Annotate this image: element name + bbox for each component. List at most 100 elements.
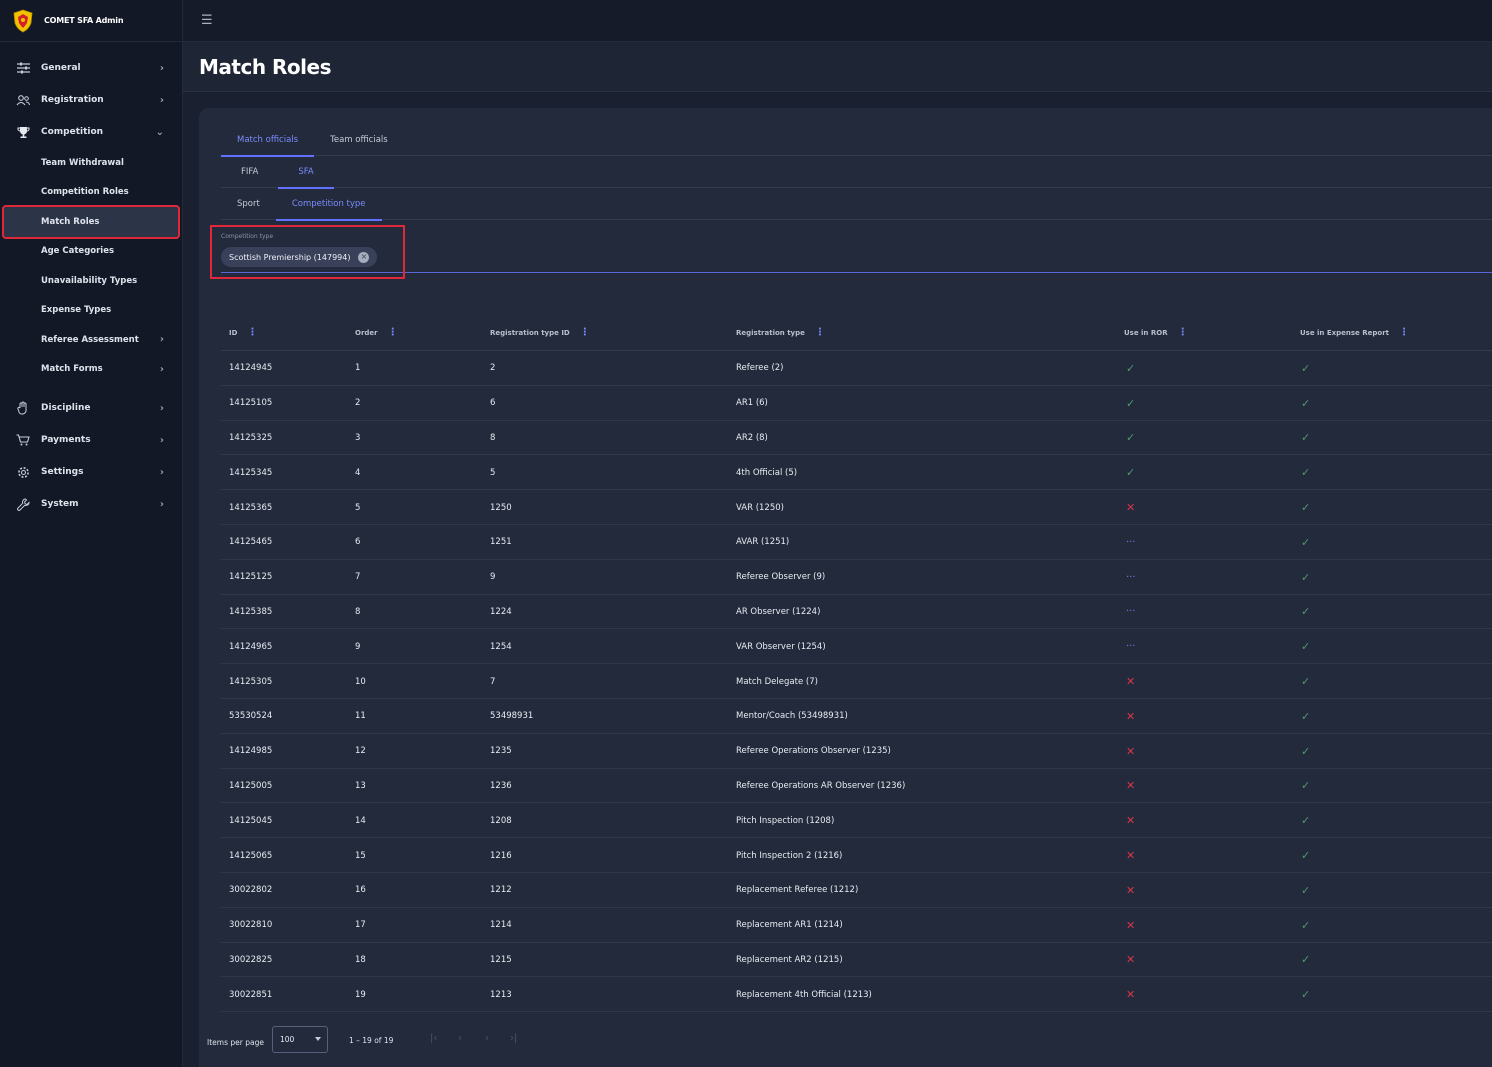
cell-id: 14125065	[229, 850, 273, 861]
tab-team-officials[interactable]: Team officials	[314, 124, 404, 156]
sidebar-subitem-age-categories[interactable]: Age Categories	[0, 237, 182, 267]
first-page-icon[interactable]: |‹	[430, 1033, 437, 1044]
last-page-icon[interactable]: ›|	[510, 1033, 517, 1044]
table-row[interactable]: 14125005 13 1236 Referee Operations AR Obse…	[221, 769, 1492, 804]
sidebar-item-system[interactable]: System ›	[0, 488, 182, 520]
brand[interactable]: COMET SFA Admin	[0, 0, 182, 42]
table-row[interactable]: 14125365 5 1250 VAR (1250) ✕ ✓	[221, 490, 1492, 525]
items-per-page-value: 100	[280, 1035, 295, 1044]
table-row[interactable]: 14125345 4 5 4th Official (5) ✓ ✓	[221, 455, 1492, 491]
column-menu-icon[interactable]: ⋮	[247, 327, 257, 338]
tab-match-officials[interactable]: Match officials	[221, 124, 315, 157]
table-row[interactable]: 14125105 2 6 AR1 (6) ✓ ✓	[221, 386, 1492, 421]
sidebar-item-label: Registration	[41, 95, 104, 105]
sidebar-item-payments[interactable]: Payments ›	[0, 424, 182, 456]
chevron-right-icon: ›	[159, 402, 164, 414]
cell-order: 11	[355, 711, 366, 722]
cell-order: 16	[355, 885, 366, 896]
column-header-id[interactable]: ID ⋮	[229, 314, 257, 351]
sidebar-subitem-label: Match Forms	[41, 364, 103, 375]
table-row[interactable]: 30022825 18 1215 Replacement AR2 (1215) ✕ ✓	[221, 943, 1492, 978]
chevron-right-icon: ›	[159, 94, 164, 106]
table-row[interactable]: 30022851 19 1213 Replacement 4th Official (…	[221, 977, 1492, 1013]
sidebar-subitem-match-roles[interactable]: Match Roles	[2, 205, 180, 239]
sidebar-item-label: Settings	[41, 467, 84, 477]
topbar: ☰	[183, 0, 1492, 42]
tab-sfa[interactable]: SFA	[278, 156, 334, 189]
column-menu-icon[interactable]: ⋮	[815, 327, 825, 338]
hand-icon	[15, 400, 31, 416]
previous-page-icon[interactable]: ‹	[458, 1033, 462, 1044]
sidebar-subitem-unavailability-types[interactable]: Unavailability Types	[0, 266, 182, 296]
column-menu-icon[interactable]: ⋮	[580, 327, 590, 338]
table-row[interactable]: 14124945 1 2 Referee (2) ✓ ✓	[221, 351, 1492, 386]
cell-id: 30022825	[229, 954, 273, 965]
cell-order: 5	[355, 502, 361, 513]
sliders-icon	[15, 60, 31, 76]
expense-check-icon: ✓	[1301, 431, 1311, 445]
column-header-registration-type-id[interactable]: Registration type ID ⋮	[490, 314, 590, 351]
sidebar-subitem-team-withdrawal[interactable]: Team Withdrawal	[0, 148, 182, 178]
sidebar-item-competition[interactable]: Competition ⌄	[0, 116, 182, 148]
tab-sport[interactable]: Sport	[221, 188, 276, 220]
next-page-icon[interactable]: ›	[485, 1033, 489, 1044]
column-menu-icon[interactable]: ⋮	[388, 327, 398, 338]
cell-registration-type-id: 7	[490, 676, 496, 687]
column-menu-icon[interactable]: ⋮	[1399, 327, 1409, 338]
app-name: COMET SFA Admin	[44, 16, 124, 25]
sidebar-subitem-referee-assessment[interactable]: Referee Assessment ›	[0, 325, 182, 355]
ror-cross-icon: ✕	[1126, 918, 1136, 932]
ror-ellipsis-icon: ···	[1126, 641, 1136, 653]
sidebar-item-discipline[interactable]: Discipline ›	[0, 392, 182, 424]
ror-cross-icon: ✕	[1126, 814, 1136, 828]
cell-id: 30022802	[229, 885, 273, 896]
table-row[interactable]: 53530524 11 53498931 Mentor/Coach (53498931…	[221, 699, 1492, 734]
tab-competition-type[interactable]: Competition type	[275, 188, 382, 221]
cell-registration-type-id: 1236	[490, 780, 512, 791]
tabs-officials: Match officials Team officials	[221, 124, 1492, 157]
table-row[interactable]: 14125045 14 1208 Pitch Inspection (1208) ✕ ✓	[221, 803, 1492, 839]
expense-check-icon: ✓	[1301, 814, 1311, 828]
chip-remove-icon[interactable]: ×	[358, 251, 370, 263]
cell-order: 17	[355, 920, 366, 931]
table-body: 14124945 1 2 Referee (2) ✓ ✓ 14125105 2 6 AR1 (6)…	[221, 351, 1492, 1013]
table-row[interactable]: 14125325 3 8 AR2 (8) ✓ ✓	[221, 421, 1492, 456]
expense-check-icon: ✓	[1301, 605, 1311, 619]
tab-fifa[interactable]: FIFA	[221, 156, 278, 188]
sidebar-subitem-label: Competition Roles	[41, 187, 129, 198]
column-header-registration-type[interactable]: Registration type ⋮	[736, 314, 825, 351]
sidebar-subitem-label: Unavailability Types	[41, 275, 138, 286]
ror-cross-icon: ✕	[1126, 779, 1136, 793]
cell-registration-type-id: 1213	[490, 989, 512, 1000]
filter-chip[interactable]: Scottish Premiership (147994) ×	[221, 247, 378, 267]
table-row[interactable]: 30022810 17 1214 Replacement AR1 (1214) ✕ ✓	[221, 908, 1492, 943]
column-menu-icon[interactable]: ⋮	[1178, 327, 1188, 338]
items-per-page-select[interactable]: 100	[272, 1026, 328, 1053]
table-row[interactable]: 14124965 9 1254 VAR Observer (1254) ··· ✓	[221, 629, 1492, 665]
cell-registration-type: Replacement 4th Official (1213)	[736, 989, 872, 1000]
ror-cross-icon: ✕	[1126, 883, 1136, 897]
table-row[interactable]: 14125465 6 1251 AVAR (1251) ··· ✓	[221, 525, 1492, 560]
cell-registration-type-id: 1212	[490, 885, 512, 896]
cell-registration-type-id: 1208	[490, 815, 512, 826]
sidebar-subitem-competition-roles[interactable]: Competition Roles	[0, 178, 182, 208]
column-header-order[interactable]: Order ⋮	[355, 314, 398, 351]
table-row[interactable]: 30022802 16 1212 Replacement Referee (1212)…	[221, 873, 1492, 908]
column-header-use-in-ror[interactable]: Use in ROR ⋮	[1124, 314, 1188, 351]
table-row[interactable]: 14125065 15 1216 Pitch Inspection 2 (1216) ✕…	[221, 838, 1492, 873]
cell-registration-type: Replacement AR1 (1214)	[736, 920, 843, 931]
column-header-use-in-expense-report[interactable]: Use in Expense Report ⋮	[1300, 314, 1409, 351]
cell-id: 14125325	[229, 432, 273, 443]
sidebar-item-registration[interactable]: Registration ›	[0, 84, 182, 116]
chevron-down-icon: ⌄	[155, 126, 164, 138]
table-row[interactable]: 14124985 12 1235 Referee Operations Observe…	[221, 734, 1492, 769]
table-row[interactable]: 14125125 7 9 Referee Observer (9) ··· ✓	[221, 560, 1492, 595]
table-row[interactable]: 14125385 8 1224 AR Observer (1224) ··· ✓	[221, 595, 1492, 630]
competition-type-filter[interactable]: Competition type Scottish Premiership (1…	[210, 225, 1492, 279]
sidebar-subitem-expense-types[interactable]: Expense Types	[0, 296, 182, 326]
sidebar-subitem-match-forms[interactable]: Match Forms ›	[0, 355, 182, 385]
sidebar-item-general[interactable]: General ›	[0, 52, 182, 84]
sidebar-item-settings[interactable]: Settings ›	[0, 456, 182, 488]
hamburger-menu-icon[interactable]: ☰	[201, 13, 213, 28]
table-row[interactable]: 14125305 10 7 Match Delegate (7) ✕ ✓	[221, 664, 1492, 699]
